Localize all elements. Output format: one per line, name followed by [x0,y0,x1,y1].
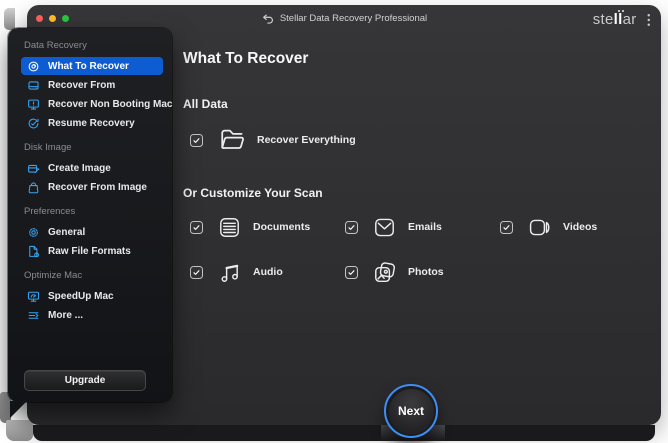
sidebar-item-label: SpeedUp Mac [48,291,114,302]
check-icon [192,136,201,145]
sidebar-item-more[interactable]: More ... [21,306,163,324]
photos-icon [371,261,398,284]
window-title: Stellar Data Recovery Professional [280,13,427,24]
scan-item-label: Audio [253,266,283,278]
sidebar-tail [10,401,27,418]
emails-icon [371,216,398,239]
check-icon [347,223,356,232]
check-icon [502,223,511,232]
documents-checkbox[interactable] [190,221,203,234]
scan-item-photos: Photos [345,255,500,289]
sidebar-item-label: Recover From [48,80,115,91]
next-button-label: Next [398,404,424,418]
file-gear-icon [27,245,40,258]
background-window-edge-top [4,8,15,30]
documents-icon [216,216,243,239]
check-icon [192,223,201,232]
sidebar-panel: Data Recovery What To Recover Recover From… [8,28,172,402]
scan-item-label: Photos [408,266,444,278]
sidebar-item-label: Create Image [48,163,111,174]
sidebar-item-general[interactable]: General [21,223,163,241]
stellar-logo: stellar [593,12,637,27]
logo-text: ste [593,11,614,28]
scan-item-recover-everything: Recover Everything [190,122,356,158]
scan-item-emails: Emails [345,210,500,244]
check-icon [347,268,356,277]
kebab-menu-button[interactable] [647,13,651,27]
photos-checkbox[interactable] [345,266,358,279]
titlebar-right: stellar [593,5,650,34]
scan-item-documents: Documents [190,210,345,244]
sidebar-nav: Data Recovery What To Recover Recover From… [8,28,172,324]
logo-text: ar [623,11,637,28]
folder-open-icon [216,126,249,154]
sidebar-item-speedup-mac[interactable]: SpeedUp Mac [21,287,163,305]
videos-checkbox[interactable] [500,221,513,234]
sidebar-item-label: What To Recover [48,61,129,72]
sidebar-item-label: Recover Non Booting Mac [48,99,172,110]
sidebar-item-create-image[interactable]: Create Image [21,159,163,177]
audio-checkbox[interactable] [190,266,203,279]
section-heading-customize: Or Customize Your Scan [183,186,323,200]
image-bag-icon [27,181,40,194]
sidebar-item-label: More ... [48,310,83,321]
logo-umlaut-dots [618,10,624,12]
sidebar-item-recover-non-booting-mac[interactable]: Recover Non Booting Mac [21,95,163,113]
sidebar-item-what-to-recover[interactable]: What To Recover [21,57,163,75]
scan-item-videos: Videos [500,210,655,244]
page-title: What To Recover [183,50,308,68]
scan-options-grid: Documents Emails Videos Audio Photos [190,210,655,289]
sidebar-section-header-data-recovery: Data Recovery [24,40,163,51]
screen: Stellar Data Recovery Professional stell… [0,0,668,443]
videos-icon [526,216,553,239]
scan-item-label: Emails [408,221,442,233]
sidebar-item-label: Resume Recovery [48,118,135,129]
scan-item-audio: Audio [190,255,345,289]
sidebar-item-label: Recover From Image [48,182,147,193]
resume-icon [27,117,40,130]
sidebar-section-header-optimize-mac: Optimize Mac [24,270,163,281]
check-icon [192,268,201,277]
sidebar-item-label: General [48,227,85,238]
sidebar-item-recover-from-image[interactable]: Recover From Image [21,178,163,196]
window-bottom-reflection [33,425,655,441]
sidebar-section-header-disk-image: Disk Image [24,142,163,153]
target-icon [27,60,40,73]
imac-icon [27,98,40,111]
drive-icon [27,79,40,92]
scan-item-label: Recover Everything [257,134,356,146]
emails-checkbox[interactable] [345,221,358,234]
section-heading-all-data: All Data [183,97,228,111]
speedup-icon [27,290,40,303]
audio-icon [216,261,243,284]
upgrade-button[interactable]: Upgrade [24,370,146,391]
scan-item-label: Documents [253,221,310,233]
sidebar-section-header-preferences: Preferences [24,206,163,217]
more-lines-icon [27,309,40,322]
background-window-corner [6,420,33,441]
sidebar-item-label: Raw File Formats [48,246,131,257]
next-button[interactable]: Next [384,384,438,438]
scan-item-label: Videos [563,221,597,233]
sidebar-item-recover-from[interactable]: Recover From [21,76,163,94]
recover-everything-checkbox[interactable] [190,134,203,147]
sidebar-item-resume-recovery[interactable]: Resume Recovery [21,114,163,132]
logo-text-bold: ll [614,11,623,28]
sidebar-item-raw-file-formats[interactable]: Raw File Formats [21,242,163,260]
back-arrow-icon[interactable] [261,14,274,24]
gear-icon [27,226,40,239]
create-image-icon [27,162,40,175]
